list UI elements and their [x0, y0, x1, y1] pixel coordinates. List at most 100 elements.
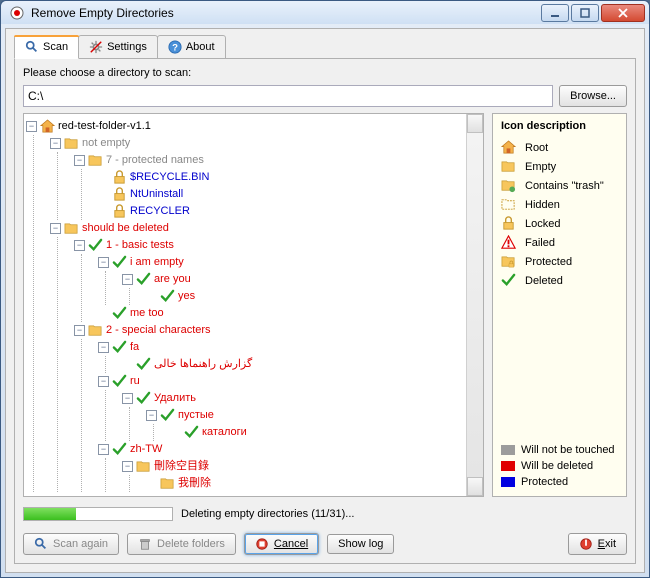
expander-icon[interactable]: − — [74, 240, 85, 251]
expander-icon[interactable]: − — [98, 257, 109, 268]
lock-icon — [112, 204, 127, 219]
expander-icon[interactable]: − — [122, 274, 133, 285]
tree-item[interactable]: RECYCLER — [130, 203, 190, 220]
tree-item[interactable]: zh-TW — [130, 441, 162, 458]
app-window: Remove Empty Directories Scan Settings A… — [0, 0, 650, 578]
folder-icon — [160, 476, 175, 491]
tree-item[interactable]: 2 - special characters — [106, 322, 211, 339]
maximize-button[interactable] — [571, 4, 599, 22]
check-icon — [501, 273, 516, 288]
expander-icon[interactable]: − — [146, 410, 157, 421]
show-log-label: Show log — [338, 538, 383, 550]
tree-item[interactable]: 7 - protected names — [106, 152, 204, 169]
legend-title: Icon description — [501, 120, 618, 132]
lock-icon — [112, 170, 127, 185]
tab-about-label: About — [186, 41, 215, 53]
swatch-red — [501, 461, 515, 471]
check-icon — [112, 306, 127, 321]
browse-button[interactable]: Browse... — [559, 85, 627, 107]
folder-protected-icon — [501, 254, 516, 269]
tree-item[interactable]: каталоги — [202, 424, 247, 441]
folder-icon — [88, 323, 103, 338]
window-title: Remove Empty Directories — [31, 6, 541, 20]
legend-label: Failed — [525, 237, 555, 249]
tree-item[interactable]: 刪除空目錄 — [154, 458, 209, 475]
lock-icon — [501, 216, 516, 231]
warn-icon — [501, 235, 516, 250]
lock-icon — [112, 187, 127, 202]
tree-view[interactable]: − red-test-folder-v1.1 − not empty — [23, 113, 484, 497]
tab-settings-label: Settings — [107, 41, 147, 53]
check-icon — [112, 374, 127, 389]
titlebar[interactable]: Remove Empty Directories — [1, 1, 649, 24]
search-icon — [25, 40, 39, 54]
delete-folders-button[interactable]: Delete folders — [127, 533, 236, 555]
legend-label: Will not be touched — [521, 444, 615, 456]
expander-icon[interactable]: − — [122, 393, 133, 404]
exit-icon — [579, 537, 593, 551]
tree-root[interactable]: red-test-folder-v1.1 — [58, 118, 151, 135]
tree-item[interactable]: 1 - basic tests — [106, 237, 174, 254]
expander-icon[interactable]: − — [50, 223, 61, 234]
browse-label: Browse... — [570, 90, 616, 102]
tree-item[interactable]: fa — [130, 339, 139, 356]
progress-bar — [23, 507, 173, 521]
expander-icon[interactable]: − — [98, 342, 109, 353]
progress-text: Deleting empty directories (11/31)... — [181, 508, 354, 520]
scan-page: Please choose a directory to scan: Brows… — [14, 58, 636, 564]
tree-item[interactable]: me too — [130, 305, 164, 322]
stop-icon — [255, 537, 269, 551]
scrollbar[interactable] — [466, 114, 483, 496]
tree-item[interactable]: not empty — [82, 135, 130, 152]
tree-item[interactable]: should be deleted — [82, 220, 169, 237]
gear-icon — [89, 40, 103, 54]
client-area: Scan Settings About Please choose a dire… — [5, 28, 645, 573]
tree-item[interactable]: $RECYCLE.BIN — [130, 169, 209, 186]
check-icon — [112, 255, 127, 270]
dir-label: Please choose a directory to scan: — [23, 67, 627, 79]
scan-again-button[interactable]: Scan again — [23, 533, 119, 555]
expander-icon[interactable]: − — [98, 376, 109, 387]
expander-icon[interactable]: − — [26, 121, 37, 132]
tree-item[interactable]: are you — [154, 271, 191, 288]
legend-label: Protected — [521, 476, 568, 488]
tree-item[interactable]: пустые — [178, 407, 214, 424]
tree-item[interactable]: i am empty — [130, 254, 184, 271]
expander-icon[interactable]: − — [98, 444, 109, 455]
expander-icon[interactable]: − — [50, 138, 61, 149]
expander-icon[interactable]: − — [74, 325, 85, 336]
tab-about[interactable]: About — [157, 35, 226, 59]
expander-icon[interactable]: − — [122, 461, 133, 472]
search-icon — [34, 537, 48, 551]
legend-label: Protected — [525, 256, 572, 268]
tree-item[interactable]: Удалить — [154, 390, 196, 407]
exit-button[interactable]: Exit — [568, 533, 627, 555]
check-icon — [136, 391, 151, 406]
legend-panel: Icon description Root Empty Contains "tr… — [492, 113, 627, 497]
close-button[interactable] — [601, 4, 645, 22]
swatch-grey — [501, 445, 515, 455]
folder-icon — [64, 221, 79, 236]
tree-item[interactable]: گزارش راهنماها خالی — [154, 356, 252, 373]
check-icon — [160, 408, 175, 423]
tree-item[interactable]: NtUninstall — [130, 186, 183, 203]
dir-input[interactable] — [23, 85, 553, 107]
check-icon — [160, 289, 175, 304]
check-icon — [184, 425, 199, 440]
folder-hidden-icon — [501, 197, 516, 212]
tab-settings[interactable]: Settings — [78, 35, 158, 59]
trash-icon — [138, 537, 152, 551]
expander-icon[interactable]: − — [74, 155, 85, 166]
tab-scan[interactable]: Scan — [14, 35, 79, 59]
minimize-button[interactable] — [541, 4, 569, 22]
tree-item[interactable]: ru — [130, 373, 140, 390]
app-icon — [9, 5, 25, 21]
cancel-button[interactable]: Cancel — [244, 533, 319, 555]
home-icon — [501, 140, 516, 155]
tree-item[interactable]: 我刪除 — [178, 475, 211, 492]
check-icon — [112, 340, 127, 355]
show-log-button[interactable]: Show log — [327, 534, 394, 554]
cancel-label: Cancel — [274, 538, 308, 550]
tree-item[interactable]: yes — [178, 288, 195, 305]
check-icon — [88, 238, 103, 253]
